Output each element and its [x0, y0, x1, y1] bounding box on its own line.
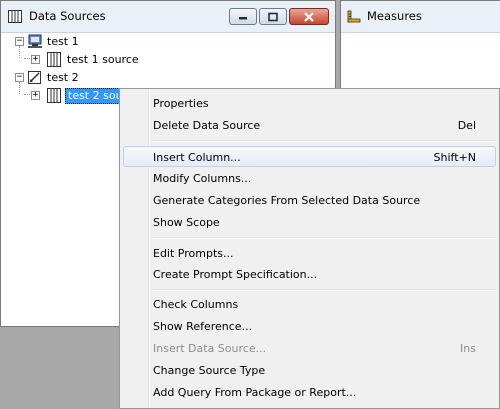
menu-separator	[152, 289, 496, 291]
menu-item-show-reference[interactable]: Show Reference...	[123, 316, 496, 337]
menu-item-shortcut: Del	[457, 119, 476, 132]
menu-item-generate-categories[interactable]: Generate Categories From Selected Data S…	[123, 190, 496, 211]
menu-item-label: Properties	[153, 97, 209, 110]
collapse-toggle[interactable]: −	[15, 37, 24, 46]
query-icon	[28, 71, 41, 84]
data-sources-title: Data Sources	[29, 9, 106, 23]
menu-item-label: Show Reference...	[153, 320, 253, 333]
close-button[interactable]	[289, 8, 329, 25]
tree-node-label: test 1 source	[67, 53, 139, 66]
window-controls	[229, 8, 329, 25]
measures-icon	[347, 10, 361, 23]
menu-separator	[152, 140, 496, 142]
tree-connector	[19, 46, 20, 58]
menu-item-label: Check Columns	[153, 298, 239, 311]
menu-item-edit-prompts[interactable]: Edit Prompts...	[123, 243, 496, 264]
menu-item-label: Generate Categories From Selected Data S…	[153, 194, 421, 207]
tree-connector	[19, 82, 20, 94]
menu-item-properties[interactable]: Properties	[123, 93, 496, 114]
menu-item-check-columns[interactable]: Check Columns	[123, 294, 496, 315]
table-icon	[47, 88, 61, 103]
menu-item-modify-columns[interactable]: Modify Columns...	[123, 168, 496, 189]
menu-item-add-query-from-package[interactable]: Add Query From Package or Report...	[123, 382, 496, 403]
expand-toggle[interactable]: +	[31, 91, 40, 100]
close-icon	[304, 11, 314, 22]
minimize-button[interactable]	[229, 8, 257, 25]
data-sources-title-bar: Data Sources	[1, 1, 335, 33]
menu-item-label: Change Source Type	[153, 364, 266, 377]
connection-icon	[28, 34, 42, 48]
minimize-icon	[239, 16, 247, 19]
menu-item-show-scope[interactable]: Show Scope	[123, 212, 496, 233]
tree-node-label: test 2	[47, 71, 79, 84]
restore-icon	[268, 12, 278, 21]
menu-item-label: Show Scope	[153, 216, 220, 229]
tree-node-label: test 1	[47, 35, 79, 48]
menu-item-label: Insert Data Source...	[153, 342, 267, 355]
measures-title-bar: Measures	[341, 1, 500, 33]
menu-item-change-source-type[interactable]: Change Source Type	[123, 360, 496, 381]
measures-title: Measures	[367, 9, 422, 23]
context-menu: Properties Delete Data Source Del Insert…	[119, 88, 500, 409]
menu-item-label: Edit Prompts...	[153, 247, 234, 260]
menu-item-insert-data-source: Insert Data Source... Ins	[123, 338, 496, 359]
data-sources-icon	[8, 10, 22, 23]
menu-item-label: Add Query From Package or Report...	[153, 386, 357, 399]
menu-item-insert-column[interactable]: Insert Column... Shift+N	[123, 146, 496, 167]
menu-item-delete-data-source[interactable]: Delete Data Source Del	[123, 115, 496, 136]
menu-item-label: Create Prompt Specification...	[153, 268, 318, 281]
menu-item-label: Modify Columns...	[153, 172, 252, 185]
restore-button[interactable]	[259, 8, 287, 25]
menu-item-shortcut: Ins	[460, 342, 476, 355]
menu-item-create-prompt-specification[interactable]: Create Prompt Specification...	[123, 264, 496, 285]
expand-toggle[interactable]: +	[31, 55, 40, 64]
table-icon	[47, 52, 61, 67]
collapse-toggle[interactable]: −	[15, 73, 24, 82]
menu-item-label: Insert Column...	[153, 151, 241, 164]
menu-separator	[152, 237, 496, 239]
menu-item-shortcut: Shift+N	[433, 151, 476, 164]
menu-item-label: Delete Data Source	[153, 119, 261, 132]
